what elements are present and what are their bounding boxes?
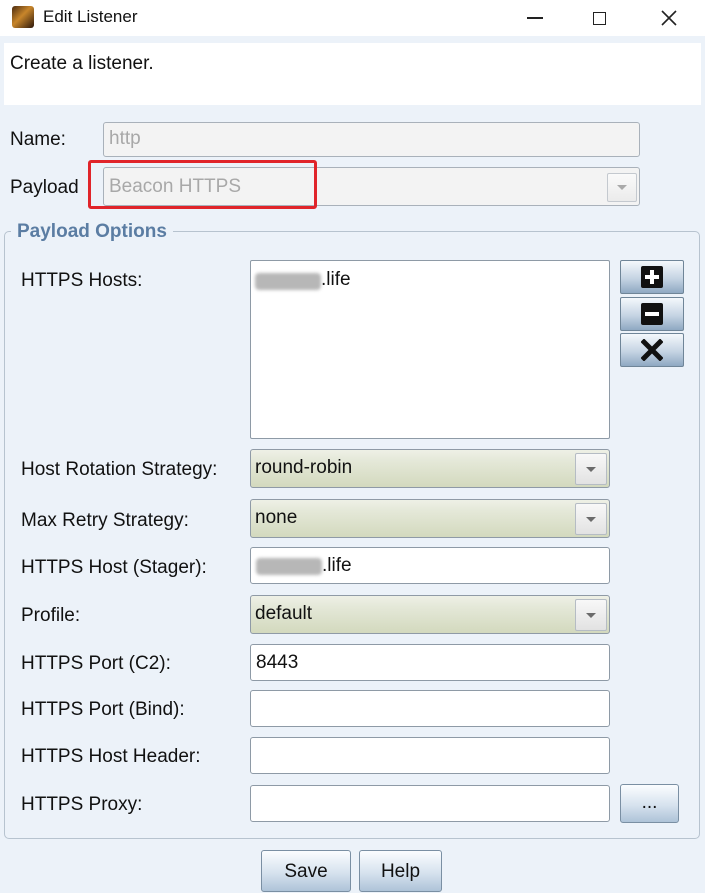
close-icon [661,10,677,26]
stager-host-label: HTTPS Host (Stager): [21,557,207,578]
save-button[interactable]: Save [261,850,351,892]
profile-label: Profile: [21,605,81,626]
payload-label: Payload [10,177,79,198]
https-hosts-label: HTTPS Hosts: [21,270,143,291]
window-title: Edit Listener [43,7,138,26]
redacted-text [255,273,321,290]
name-field[interactable]: http [103,122,640,157]
max-retry-label: Max Retry Strategy: [21,510,189,531]
stager-host-value: .life [322,555,352,576]
host-rotation-value: round-robin [255,457,353,478]
description-panel: Create a listener. [4,43,701,105]
add-host-button[interactable] [620,260,684,294]
name-label: Name: [10,129,66,150]
profile-value: default [255,603,313,624]
port-bind-field[interactable] [250,690,610,727]
host-header-field[interactable] [250,737,610,774]
profile-select[interactable]: default [250,595,610,634]
chevron-down-icon [586,516,596,522]
clear-hosts-button[interactable] [620,333,684,367]
host-rotation-label: Host Rotation Strategy: [21,459,218,480]
https-hosts-list[interactable]: .life [250,260,610,439]
maximize-icon [592,11,606,25]
chevron-down-icon [617,185,627,190]
host-rotation-dropdown-button[interactable] [575,453,607,485]
plus-icon [641,266,663,288]
highlight-box [88,160,317,209]
payload-dropdown-button[interactable] [607,173,637,202]
minimize-button[interactable] [505,0,565,36]
payload-options-legend: Payload Options [11,221,173,243]
description-text: Create a listener. [10,53,154,74]
remove-host-button[interactable] [620,297,684,331]
host-rotation-select[interactable]: round-robin [250,449,610,488]
chevron-down-icon [586,466,596,472]
port-bind-label: HTTPS Port (Bind): [21,699,185,720]
profile-dropdown-button[interactable] [575,599,607,631]
close-button[interactable] [639,0,699,36]
max-retry-select[interactable]: none [250,499,610,538]
max-retry-value: none [255,507,298,528]
proxy-browse-button[interactable]: ... [620,784,679,823]
port-c2-label: HTTPS Port (C2): [21,653,171,674]
port-c2-field[interactable]: 8443 [250,644,610,681]
host-header-label: HTTPS Host Header: [21,746,201,767]
minus-icon [641,303,663,325]
stager-host-field[interactable]: .life [250,547,610,584]
proxy-label: HTTPS Proxy: [21,794,143,815]
redacted-text [256,558,322,575]
x-icon [641,339,663,361]
help-button[interactable]: Help [359,850,442,892]
minimize-icon [527,17,543,19]
maximize-button[interactable] [569,0,629,36]
proxy-field[interactable] [250,785,610,822]
https-host-value: .life [321,269,351,290]
max-retry-dropdown-button[interactable] [575,503,607,535]
chevron-down-icon [586,612,596,618]
app-icon [12,6,34,28]
